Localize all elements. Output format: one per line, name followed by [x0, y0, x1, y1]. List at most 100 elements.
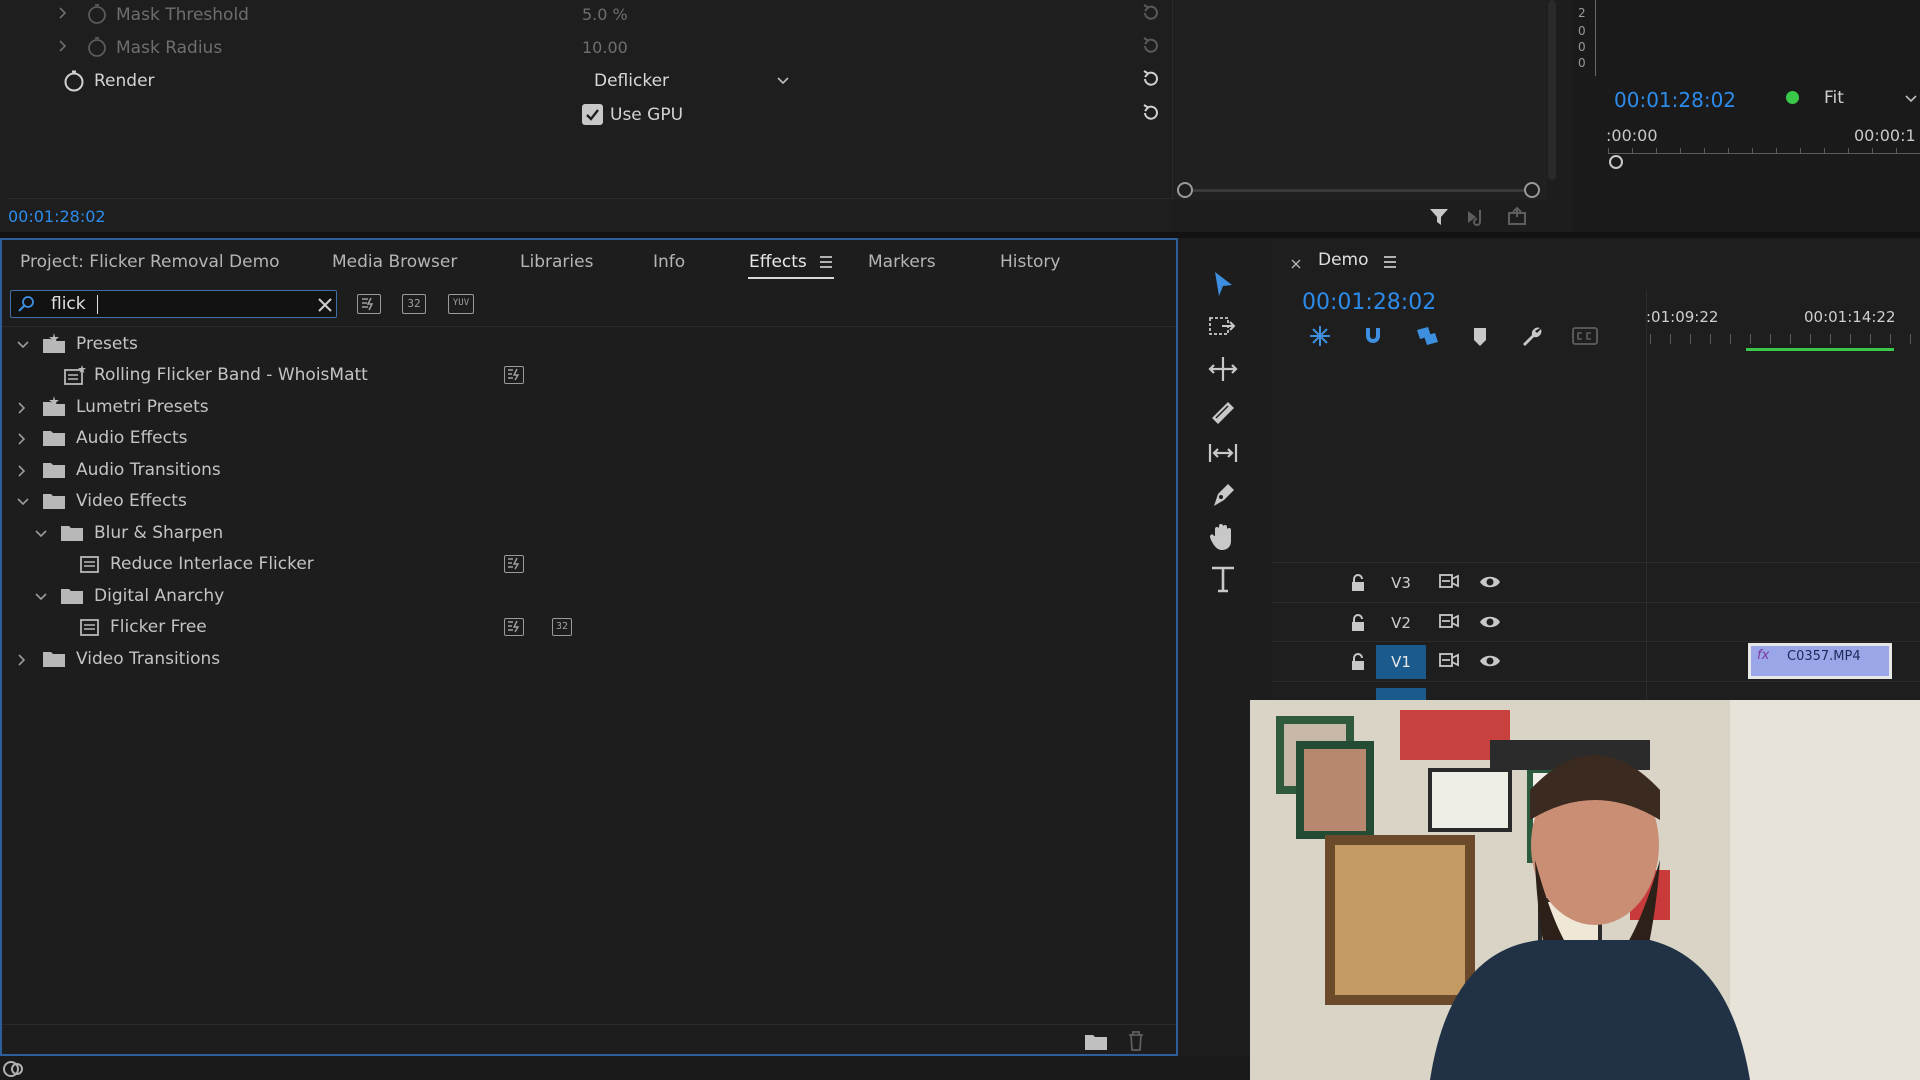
- toggle-track-output-eye-icon[interactable]: [1478, 612, 1502, 632]
- tree-item-blur-sharpen[interactable]: Blur & Sharpen: [2, 519, 1172, 549]
- slip-tool-icon[interactable]: [1206, 436, 1240, 470]
- program-ruler[interactable]: [1608, 148, 1920, 154]
- program-timecode[interactable]: 00:01:28:02: [1614, 88, 1736, 112]
- vertical-scrollbar[interactable]: [1548, 0, 1556, 180]
- tree-item-reduce-interlace-flicker[interactable]: Reduce Interlace Flicker: [2, 550, 1172, 580]
- reset-icon[interactable]: [1140, 35, 1162, 57]
- export-icon[interactable]: [1506, 205, 1530, 227]
- sync-lock-icon[interactable]: [1438, 612, 1460, 632]
- tree-item-video-transitions[interactable]: Video Transitions: [2, 645, 1172, 675]
- timeline-timecode[interactable]: 00:01:28:02: [1302, 290, 1436, 315]
- track-select-tool-icon[interactable]: [1206, 310, 1240, 344]
- add-marker-icon[interactable]: [1472, 326, 1488, 348]
- ripple-edit-tool-icon[interactable]: [1206, 352, 1240, 386]
- zoom-dropdown[interactable]: Fit: [1824, 88, 1920, 114]
- panel-menu-icon[interactable]: [1382, 254, 1398, 270]
- razor-tool-icon[interactable]: [1206, 394, 1240, 428]
- creative-cloud-icon[interactable]: [2, 1058, 24, 1078]
- selection-tool-icon[interactable]: [1206, 268, 1240, 302]
- stopwatch-icon[interactable]: [86, 36, 108, 58]
- new-bin-icon[interactable]: [1084, 1032, 1108, 1052]
- yuv-filter-icon[interactable]: YUV: [448, 294, 474, 314]
- linked-selection-icon[interactable]: [1414, 324, 1440, 348]
- tree-item-digital-anarchy[interactable]: Digital Anarchy: [2, 582, 1172, 612]
- tree-item-video-effects[interactable]: Video Effects: [2, 487, 1172, 517]
- mask-threshold-value[interactable]: 5.0: [582, 5, 607, 24]
- tab-libraries[interactable]: Libraries: [520, 252, 593, 272]
- tree-item-lumetri-presets[interactable]: Lumetri Presets: [2, 393, 1172, 423]
- tab-project[interactable]: Project: Flicker Removal Demo: [20, 252, 280, 272]
- clear-search-icon[interactable]: [317, 297, 333, 313]
- tab-media-browser[interactable]: Media Browser: [332, 252, 457, 272]
- sequence-tab[interactable]: Demo: [1318, 250, 1369, 270]
- pen-tool-icon[interactable]: [1206, 478, 1240, 512]
- tree-item-audio-transitions[interactable]: Audio Transitions: [2, 456, 1172, 486]
- zoom-handle-left[interactable]: [1177, 182, 1193, 198]
- chevron-down-icon[interactable]: [34, 591, 48, 603]
- effects-search-box[interactable]: flick: [10, 290, 337, 318]
- snap-icon[interactable]: [1362, 324, 1384, 348]
- chevron-right-icon[interactable]: [58, 39, 68, 53]
- toggle-track-output-eye-icon[interactable]: [1478, 651, 1502, 671]
- tab-info[interactable]: Info: [653, 252, 685, 272]
- checkmark-icon: [586, 109, 599, 121]
- close-icon[interactable]: [1290, 258, 1302, 270]
- chevron-right-icon[interactable]: [16, 401, 28, 415]
- divider: [1272, 681, 1920, 682]
- accelerated-effects-filter-icon[interactable]: [357, 294, 381, 314]
- track-target-v3[interactable]: V3: [1376, 566, 1426, 600]
- nest-sequence-icon[interactable]: [1308, 324, 1332, 348]
- track-target-v2[interactable]: V2: [1376, 606, 1426, 640]
- hand-tool-icon[interactable]: [1206, 520, 1240, 554]
- sync-lock-icon[interactable]: [1438, 651, 1460, 671]
- use-gpu-checkbox[interactable]: [582, 104, 603, 125]
- reset-icon[interactable]: [1140, 102, 1162, 124]
- captions-icon[interactable]: [1572, 326, 1598, 346]
- zoom-handle-right[interactable]: [1524, 182, 1540, 198]
- 32bit-filter-icon[interactable]: 32: [402, 294, 426, 314]
- reset-icon[interactable]: [1140, 68, 1162, 90]
- folder-icon: [43, 431, 65, 446]
- effect-param-value[interactable]: 5.0 %: [582, 5, 628, 24]
- tab-effects[interactable]: Effects: [749, 252, 807, 272]
- stopwatch-icon[interactable]: [62, 69, 86, 93]
- time-ruler[interactable]: [1650, 334, 1920, 344]
- panel-menu-icon[interactable]: [818, 254, 834, 270]
- mask-radius-value[interactable]: 10.00: [582, 38, 628, 57]
- reset-icon[interactable]: [1140, 2, 1162, 24]
- chevron-right-icon[interactable]: [16, 464, 28, 478]
- chevron-right-icon[interactable]: [58, 6, 68, 20]
- ruler-label: 00:01:14:22: [1804, 308, 1896, 326]
- play-audio-icon[interactable]: [1466, 206, 1490, 228]
- track-target-v1[interactable]: V1: [1376, 645, 1426, 679]
- timeline-settings-wrench-icon[interactable]: [1520, 324, 1544, 348]
- tree-item-rolling-flicker-band[interactable]: Rolling Flicker Band - WhoisMatt: [2, 361, 1172, 391]
- tree-item-audio-effects[interactable]: Audio Effects: [2, 424, 1172, 454]
- chevron-down-icon[interactable]: [34, 528, 48, 540]
- search-input[interactable]: flick: [51, 294, 86, 314]
- sync-lock-icon[interactable]: [1438, 572, 1460, 592]
- stopwatch-icon[interactable]: [86, 3, 108, 25]
- chevron-right-icon[interactable]: [16, 432, 28, 446]
- type-tool-icon[interactable]: [1206, 562, 1240, 596]
- tree-item-presets[interactable]: Presets: [2, 330, 1172, 360]
- lock-icon[interactable]: [1350, 614, 1366, 632]
- track-target-a1[interactable]: [1376, 688, 1426, 700]
- playhead-handle[interactable]: [1609, 155, 1623, 169]
- lock-icon[interactable]: [1350, 574, 1366, 592]
- filter-icon[interactable]: [1428, 206, 1450, 228]
- render-dropdown[interactable]: Deflicker: [582, 68, 800, 94]
- effect-controls-timecode[interactable]: 00:01:28:02: [8, 207, 106, 226]
- track-label: V2: [1391, 614, 1411, 632]
- lock-icon[interactable]: [1350, 653, 1366, 671]
- tab-markers[interactable]: Markers: [868, 252, 936, 272]
- tab-history[interactable]: History: [1000, 252, 1060, 272]
- toggle-track-output-eye-icon[interactable]: [1478, 572, 1502, 592]
- zoom-scrollbar[interactable]: [1184, 189, 1530, 192]
- chevron-down-icon[interactable]: [16, 339, 30, 351]
- timeline-clip[interactable]: fx C0357.MP4: [1748, 643, 1892, 679]
- trash-icon[interactable]: [1126, 1030, 1146, 1052]
- chevron-down-icon[interactable]: [16, 496, 30, 508]
- tree-item-flicker-free[interactable]: Flicker Free 32: [2, 613, 1172, 643]
- chevron-right-icon[interactable]: [16, 653, 28, 667]
